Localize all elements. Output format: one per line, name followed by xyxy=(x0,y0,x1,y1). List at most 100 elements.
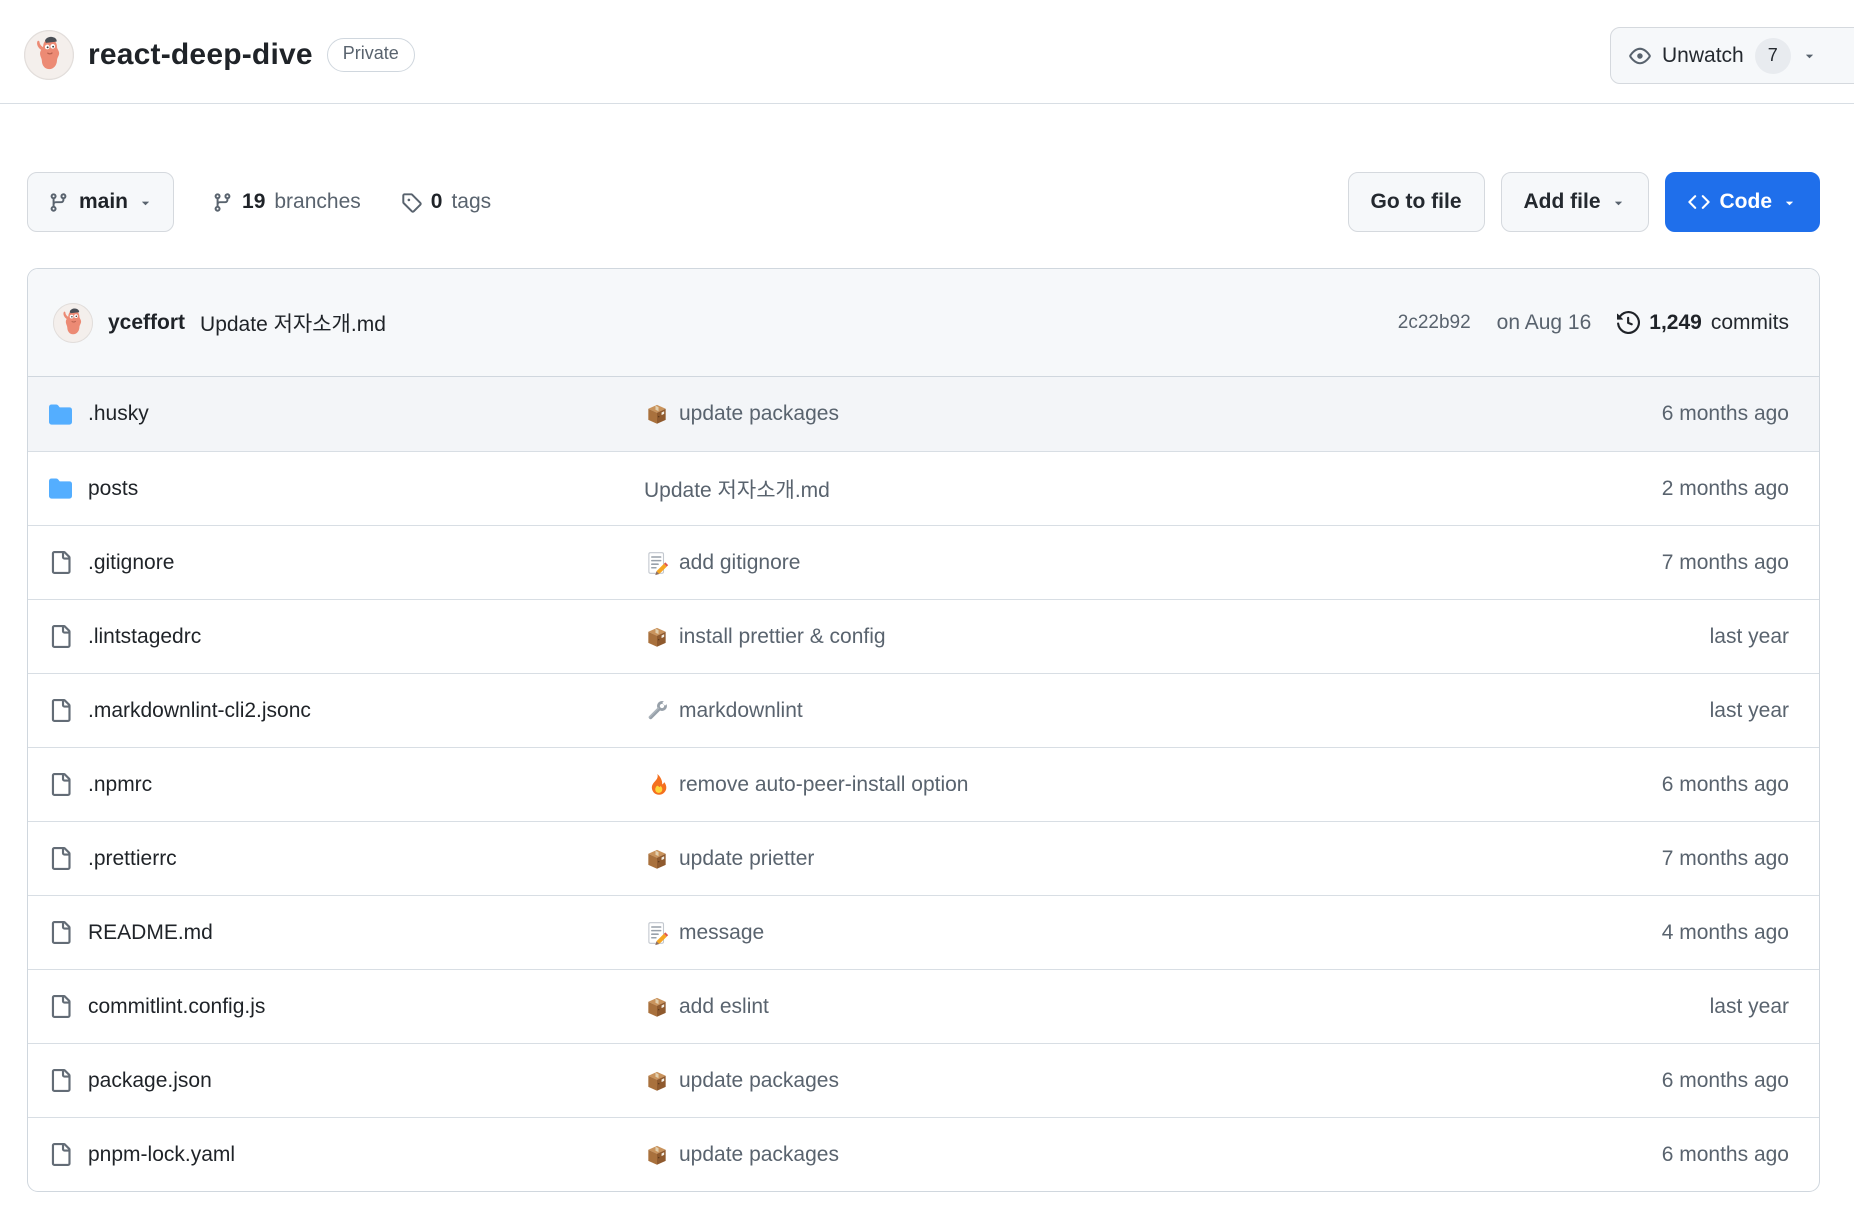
file-name-link[interactable]: pnpm-lock.yaml xyxy=(88,1143,235,1167)
table-row: .npmrc remove auto-peer-install option 6… xyxy=(28,747,1819,821)
commit-age-cell: last year xyxy=(1499,995,1819,1019)
git-branch-icon xyxy=(212,192,233,213)
watch-count-badge: 7 xyxy=(1755,38,1791,74)
file-name-link[interactable]: .prettierrc xyxy=(88,847,177,871)
commit-message-cell: add eslint xyxy=(644,994,1499,1020)
file-name-link[interactable]: posts xyxy=(88,477,138,501)
commit-author-link[interactable]: yceffort xyxy=(108,311,185,335)
package-emoji-icon xyxy=(644,401,670,427)
file-name-cell: .npmrc xyxy=(28,773,644,797)
code-icon xyxy=(1688,191,1710,213)
file-name-link[interactable]: .lintstagedrc xyxy=(88,625,201,649)
file-icon xyxy=(49,1069,72,1092)
commit-age-cell: last year xyxy=(1499,699,1819,723)
file-icon xyxy=(49,847,72,870)
commit-age-link[interactable]: 6 months ago xyxy=(1662,1069,1789,1092)
code-label: Code xyxy=(1720,190,1773,214)
tags-link[interactable]: 0 tags xyxy=(401,190,491,214)
visibility-badge: Private xyxy=(327,38,415,72)
commit-message-link[interactable]: update prietter xyxy=(679,847,814,871)
folder-icon xyxy=(49,403,72,426)
commit-message-link[interactable]: add gitignore xyxy=(679,551,800,575)
file-name-cell: .lintstagedrc xyxy=(28,625,644,649)
unwatch-label: Unwatch xyxy=(1662,44,1744,68)
tags-label: tags xyxy=(451,190,491,214)
commit-message-link[interactable]: add eslint xyxy=(679,995,769,1019)
commit-message-link[interactable]: install prettier & config xyxy=(679,625,886,649)
file-name-cell: .markdownlint-cli2.jsonc xyxy=(28,699,644,723)
latest-commit-bar: yceffort Update 저자소개.md 2c22b92 on Aug 1… xyxy=(28,269,1819,377)
file-name-cell: .prettierrc xyxy=(28,847,644,871)
table-row: posts Update 저자소개.md 2 months ago xyxy=(28,451,1819,525)
file-name-link[interactable]: README.md xyxy=(88,921,213,945)
commit-age-link[interactable]: last year xyxy=(1710,699,1789,722)
commit-age-cell: 4 months ago xyxy=(1499,921,1819,945)
commit-message-link[interactable]: remove auto-peer-install option xyxy=(679,773,969,797)
history-icon xyxy=(1617,311,1640,334)
commit-author-avatar[interactable] xyxy=(53,303,93,343)
repo-stats: 19 branches 0 tags xyxy=(212,190,491,214)
package-emoji-icon xyxy=(644,1068,670,1094)
branch-selector-button[interactable]: main xyxy=(27,172,174,232)
code-button[interactable]: Code xyxy=(1665,172,1821,232)
add-file-button[interactable]: Add file xyxy=(1501,172,1649,232)
commit-message-link[interactable]: Update 저자소개.md xyxy=(200,308,386,338)
commit-age-link[interactable]: 7 months ago xyxy=(1662,551,1789,574)
file-icon xyxy=(49,551,72,574)
latest-commit-summary: yceffort Update 저자소개.md xyxy=(53,303,386,343)
file-name-link[interactable]: .gitignore xyxy=(88,551,174,575)
commit-message-cell: add gitignore xyxy=(644,550,1499,576)
commit-age-link[interactable]: 6 months ago xyxy=(1662,402,1789,425)
eye-icon xyxy=(1629,45,1651,67)
commit-age-link[interactable]: 7 months ago xyxy=(1662,847,1789,870)
file-name-cell: .husky xyxy=(28,402,644,426)
tags-count: 0 xyxy=(431,190,443,214)
file-icon xyxy=(49,625,72,648)
commit-message-link[interactable]: Update 저자소개.md xyxy=(644,474,830,504)
commit-age-cell: 7 months ago xyxy=(1499,847,1819,871)
unwatch-button[interactable]: Unwatch 7 xyxy=(1610,27,1854,84)
commit-message-link[interactable]: update packages xyxy=(679,402,839,426)
file-name-link[interactable]: package.json xyxy=(88,1069,212,1093)
memo-emoji-icon xyxy=(644,550,670,576)
commit-message-link[interactable]: message xyxy=(679,921,764,945)
file-name-link[interactable]: .husky xyxy=(88,402,149,426)
go-to-file-button[interactable]: Go to file xyxy=(1348,172,1485,232)
file-name-link[interactable]: .markdownlint-cli2.jsonc xyxy=(88,699,311,723)
table-row: README.md message 4 months ago xyxy=(28,895,1819,969)
commit-message-link[interactable]: update packages xyxy=(679,1143,839,1167)
add-file-label: Add file xyxy=(1524,190,1601,214)
commits-count: 1,249 xyxy=(1649,311,1702,335)
file-icon xyxy=(49,921,72,944)
commit-age-cell: 6 months ago xyxy=(1499,773,1819,797)
branches-label: branches xyxy=(274,190,360,214)
commit-age-cell: last year xyxy=(1499,625,1819,649)
commit-message-link[interactable]: update packages xyxy=(679,1069,839,1093)
commit-message-cell: message xyxy=(644,920,1499,946)
table-row: .markdownlint-cli2.jsonc markdownlint la… xyxy=(28,673,1819,747)
commits-history-link[interactable]: 1,249 commits xyxy=(1617,311,1789,335)
commit-message-link[interactable]: markdownlint xyxy=(679,699,803,723)
fire-emoji-icon xyxy=(644,772,670,798)
commit-age-link[interactable]: 6 months ago xyxy=(1662,773,1789,796)
file-name-link[interactable]: .npmrc xyxy=(88,773,152,797)
table-row: .prettierrc update prietter 7 months ago xyxy=(28,821,1819,895)
table-row: commitlint.config.js add eslint last yea… xyxy=(28,969,1819,1043)
commit-age-link[interactable]: 2 months ago xyxy=(1662,477,1789,500)
commit-age-link[interactable]: 6 months ago xyxy=(1662,1143,1789,1166)
commit-age-cell: 6 months ago xyxy=(1499,1143,1819,1167)
chevron-down-icon xyxy=(1611,195,1626,210)
branches-link[interactable]: 19 branches xyxy=(212,190,361,214)
commit-age-link[interactable]: last year xyxy=(1710,625,1789,648)
commit-age-link[interactable]: 4 months ago xyxy=(1662,921,1789,944)
commit-age-link[interactable]: last year xyxy=(1710,995,1789,1018)
file-name-link[interactable]: commitlint.config.js xyxy=(88,995,265,1019)
table-row: pnpm-lock.yaml update packages 6 months … xyxy=(28,1117,1819,1191)
file-icon xyxy=(49,1143,72,1166)
repo-header: react-deep-dive Private xyxy=(24,30,415,80)
memo-emoji-icon xyxy=(644,920,670,946)
commit-age-cell: 7 months ago xyxy=(1499,551,1819,575)
table-row: .lintstagedrc install prettier & config … xyxy=(28,599,1819,673)
current-branch-label: main xyxy=(79,190,128,214)
commit-sha-link[interactable]: 2c22b92 xyxy=(1398,312,1471,334)
